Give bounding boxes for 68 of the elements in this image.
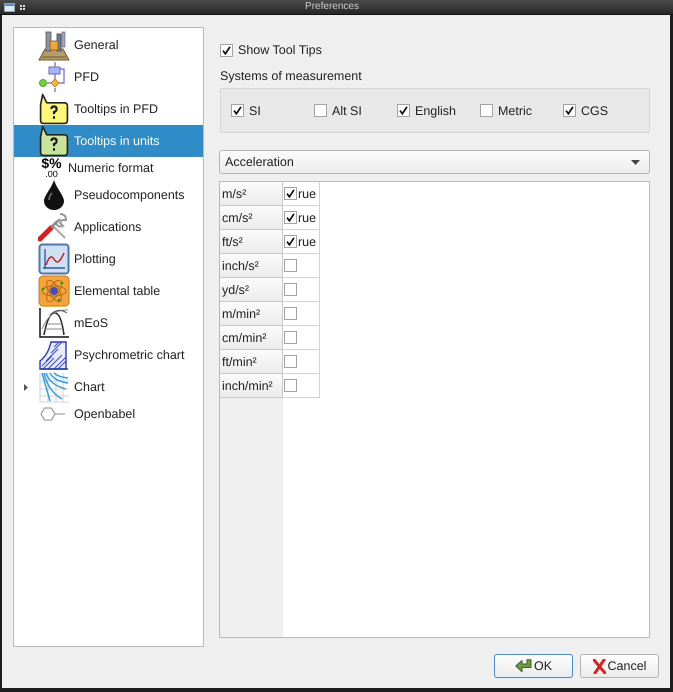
row-header: cm/s² [220,206,283,230]
checkmark-icon [222,46,231,54]
checkbox[interactable]: Show Tool Tips [220,42,322,58]
checkmark-icon [286,189,295,198]
row-header: inch/s² [220,254,283,278]
sidebar-item[interactable]: PFD [14,61,203,93]
checkmark-icon [565,106,574,115]
group-label: Systems of measurement [220,68,362,84]
hexagon-icon [38,406,66,422]
cell-text: rue [298,210,316,224]
return-arrow-icon [514,659,532,673]
tools-icon [38,211,70,243]
sidebar-item[interactable]: Pseudocomponents [14,179,203,211]
atom-icon [38,275,70,307]
window-title: Preferences [305,0,359,14]
number-format-symbol: $% .00 [40,157,63,179]
checkmark-icon [399,106,408,115]
plot-icon [38,243,70,275]
sidebar-item[interactable]: mEoS [14,307,203,339]
checkbox[interactable] [284,187,297,200]
sidebar-item[interactable]: Psychrometric chart [14,339,203,371]
sidebar-item[interactable]: Plotting [14,243,203,275]
curves-chart-icon [38,371,70,403]
checkmark-icon [233,106,242,115]
sidebar-item[interactable]: Chart [14,371,203,403]
row-header: yd/s² [220,278,283,302]
help-bubble-icon [38,93,70,125]
sidebar-item[interactable]: General [14,29,203,61]
checkbox[interactable]: Metric [480,104,532,118]
row-header: ft/min² [220,350,283,374]
phase-diagram-icon [38,307,70,339]
checkbox[interactable] [284,211,297,224]
sidebar-item[interactable]: Tooltips in units [14,125,203,157]
psychrometric-chart-icon [38,339,70,371]
checkbox[interactable] [284,331,297,344]
sidebar-item[interactable]: Tooltips in PFD [14,93,203,125]
row-header: m/s² [220,182,283,206]
cell-text: rue [298,186,316,200]
cancel-button[interactable]: Cancel [580,654,659,678]
window-icon[interactable] [4,2,15,12]
grip-icon[interactable] [20,4,25,10]
row-header: inch/min² [220,374,283,398]
checkbox[interactable] [284,259,297,272]
help-bubble-icon [38,125,70,157]
sidebar-item[interactable]: Openbabel [14,403,203,425]
row-header: m/min² [220,302,283,326]
sidebar-item[interactable]: Applications [14,211,203,243]
checkbox[interactable] [284,235,297,248]
checkbox[interactable]: English [397,104,456,118]
checkbox[interactable] [284,283,297,296]
row-header: ft/s² [220,230,283,254]
checkbox[interactable]: SI [231,104,261,118]
row-header: cm/min² [220,326,283,350]
checkmark-icon [286,213,295,222]
caret-icon [631,160,640,164]
unit-category-dropdown[interactable]: Acceleration [219,150,650,174]
checkbox[interactable]: Alt SI [314,104,362,118]
checkbox[interactable] [284,307,297,320]
factory-icon [38,29,70,61]
ok-button[interactable]: OK [494,654,573,678]
sidebar-item[interactable]: Elemental table [14,275,203,307]
checkmark-icon [286,237,295,246]
checkbox[interactable]: CGS [563,104,608,118]
expand-arrow-icon[interactable] [24,384,28,390]
cross-icon [592,658,606,674]
checkbox[interactable] [284,355,297,368]
cell-text: rue [298,234,316,248]
checkbox[interactable] [284,379,297,392]
